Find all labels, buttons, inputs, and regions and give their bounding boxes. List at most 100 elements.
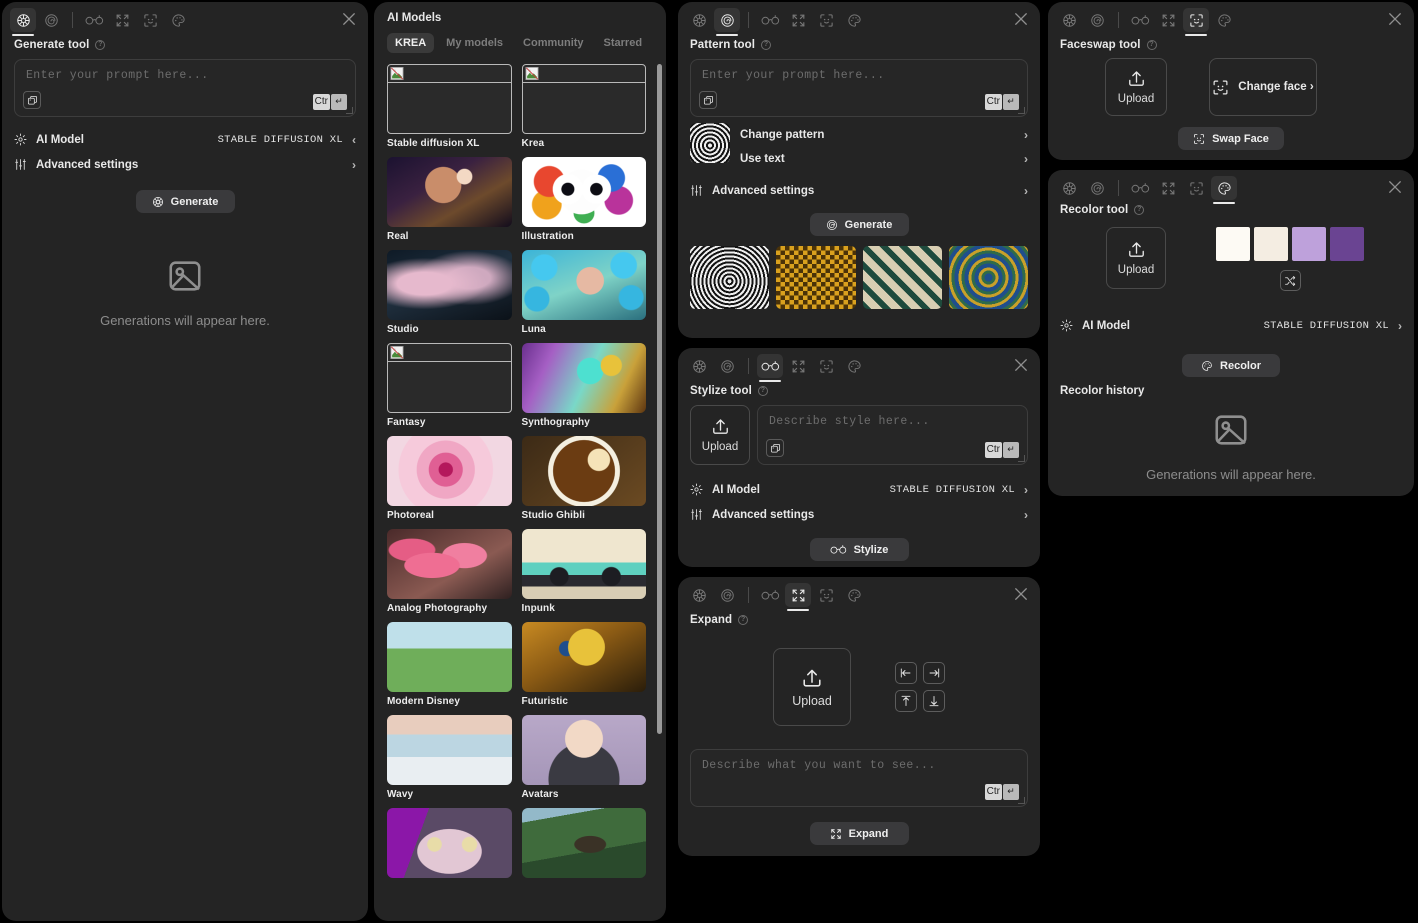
- tab-faceswap[interactable]: [1183, 8, 1209, 36]
- shuffle-colors-button[interactable]: [1279, 270, 1301, 291]
- random-prompt-button[interactable]: [766, 439, 784, 457]
- model-card[interactable]: Krea: [521, 64, 646, 149]
- tab-recolor[interactable]: [1211, 8, 1237, 32]
- help-icon[interactable]: ?: [757, 386, 768, 396]
- expand-button[interactable]: Expand: [809, 822, 909, 845]
- color-swatch[interactable]: [1254, 227, 1288, 261]
- pattern-thumbnail[interactable]: [948, 246, 1028, 309]
- ai-model-row[interactable]: AI Model STABLE DIFFUSION XL ›: [1048, 313, 1414, 338]
- tab-expand[interactable]: [1155, 176, 1181, 200]
- tab-expand[interactable]: [785, 8, 811, 32]
- model-card[interactable]: Futuristic: [521, 622, 646, 707]
- upload-button[interactable]: Upload: [773, 648, 851, 726]
- model-card[interactable]: Illustration: [521, 157, 646, 242]
- model-card[interactable]: [387, 808, 512, 882]
- model-card[interactable]: Studio: [387, 250, 512, 335]
- tab-expand[interactable]: [785, 583, 811, 611]
- resize-handle[interactable]: [346, 107, 353, 114]
- change-pattern-row[interactable]: Change pattern ›: [740, 123, 1028, 147]
- model-card[interactable]: Photoreal: [387, 436, 512, 521]
- model-card[interactable]: Fantasy: [387, 343, 512, 428]
- model-card[interactable]: Studio Ghibli: [521, 436, 646, 521]
- models-scrollbar[interactable]: [657, 64, 662, 734]
- model-card[interactable]: Stable diffusion XL: [387, 64, 512, 149]
- pattern-thumbnail[interactable]: [690, 246, 770, 309]
- ai-model-row[interactable]: AI Model STABLE DIFFUSION XL ‹: [2, 127, 368, 152]
- pattern-thumbnail[interactable]: [776, 246, 856, 309]
- close-button[interactable]: [1386, 178, 1404, 196]
- expand-up-button[interactable]: [895, 690, 917, 712]
- models-tab-starred[interactable]: Starred: [596, 33, 651, 53]
- model-card[interactable]: Analog Photography: [387, 529, 512, 614]
- use-text-row[interactable]: Use text ›: [740, 147, 1028, 171]
- upload-button[interactable]: Upload: [1105, 58, 1167, 116]
- generate-button[interactable]: Generate: [135, 190, 235, 213]
- tab-recolor[interactable]: [841, 583, 867, 607]
- swap-face-button[interactable]: Swap Face: [1178, 127, 1284, 150]
- close-button[interactable]: [1012, 585, 1030, 603]
- tab-stylize[interactable]: [757, 8, 783, 32]
- tab-pattern[interactable]: [1084, 8, 1110, 32]
- close-button[interactable]: [1012, 10, 1030, 28]
- tab-faceswap[interactable]: [813, 583, 839, 607]
- model-card[interactable]: Inpunk: [521, 529, 646, 614]
- prompt-input[interactable]: Enter your prompt here... Ctr ↵: [690, 59, 1028, 117]
- help-icon[interactable]: ?: [95, 40, 106, 50]
- tab-stylize[interactable]: [1127, 8, 1153, 32]
- resize-handle[interactable]: [1018, 797, 1025, 804]
- tab-generate[interactable]: [686, 583, 712, 607]
- model-card[interactable]: Modern Disney: [387, 622, 512, 707]
- color-swatch[interactable]: [1330, 227, 1364, 261]
- color-swatch[interactable]: [1216, 227, 1250, 261]
- pattern-thumbnail[interactable]: [862, 246, 942, 309]
- submit-shortcut[interactable]: Ctr ↵: [984, 784, 1019, 800]
- current-pattern-thumbnail[interactable]: [690, 123, 730, 163]
- ai-model-row[interactable]: AI Model STABLE DIFFUSION XL ›: [678, 477, 1040, 502]
- model-card[interactable]: Luna: [521, 250, 646, 335]
- random-prompt-button[interactable]: [699, 91, 717, 109]
- expand-down-button[interactable]: [923, 690, 945, 712]
- expand-left-button[interactable]: [895, 662, 917, 684]
- tab-generate[interactable]: [686, 354, 712, 378]
- close-button[interactable]: [340, 10, 358, 28]
- tab-pattern[interactable]: [714, 354, 740, 378]
- advanced-settings-row[interactable]: Advanced settings ›: [2, 152, 368, 177]
- upload-button[interactable]: Upload: [1106, 227, 1166, 289]
- tab-stylize[interactable]: [1127, 176, 1153, 200]
- tab-recolor[interactable]: [841, 354, 867, 378]
- submit-shortcut[interactable]: Ctr ↵: [984, 94, 1019, 110]
- tab-stylize[interactable]: [757, 354, 783, 382]
- generate-button[interactable]: Generate: [809, 213, 909, 236]
- tab-recolor[interactable]: [1211, 176, 1237, 204]
- tab-expand[interactable]: [1155, 8, 1181, 32]
- models-tab-krea[interactable]: KREA: [387, 33, 435, 53]
- tab-generate[interactable]: [686, 8, 712, 32]
- resize-handle[interactable]: [1018, 107, 1025, 114]
- tab-recolor[interactable]: [841, 8, 867, 32]
- style-prompt-input[interactable]: Describe style here... Ctr ↵: [757, 405, 1028, 465]
- help-icon[interactable]: ?: [738, 615, 749, 625]
- random-prompt-button[interactable]: [23, 91, 41, 109]
- help-icon[interactable]: ?: [1134, 205, 1145, 215]
- model-card[interactable]: Avatars: [521, 715, 646, 800]
- prompt-input[interactable]: Enter your prompt here... Ctr ↵: [14, 59, 356, 117]
- advanced-settings-row[interactable]: Advanced settings ›: [678, 502, 1040, 527]
- tab-pattern[interactable]: [714, 8, 740, 36]
- tab-faceswap[interactable]: [137, 8, 163, 32]
- advanced-settings-row[interactable]: Advanced settings ›: [678, 178, 1040, 203]
- model-card[interactable]: Synthography: [521, 343, 646, 428]
- tab-expand[interactable]: [109, 8, 135, 32]
- recolor-button[interactable]: Recolor: [1182, 354, 1280, 377]
- tab-pattern[interactable]: [714, 583, 740, 607]
- tab-stylize[interactable]: [757, 583, 783, 607]
- tab-generate[interactable]: [10, 8, 36, 36]
- tab-recolor[interactable]: [165, 8, 191, 32]
- close-button[interactable]: [1386, 10, 1404, 28]
- model-card[interactable]: [521, 808, 646, 882]
- tab-faceswap[interactable]: [813, 354, 839, 378]
- help-icon[interactable]: ?: [761, 40, 772, 50]
- resize-handle[interactable]: [1018, 455, 1025, 462]
- change-face-button[interactable]: Change face ›: [1209, 58, 1317, 116]
- models-tab-my-models[interactable]: My models: [438, 33, 511, 53]
- color-swatch[interactable]: [1292, 227, 1326, 261]
